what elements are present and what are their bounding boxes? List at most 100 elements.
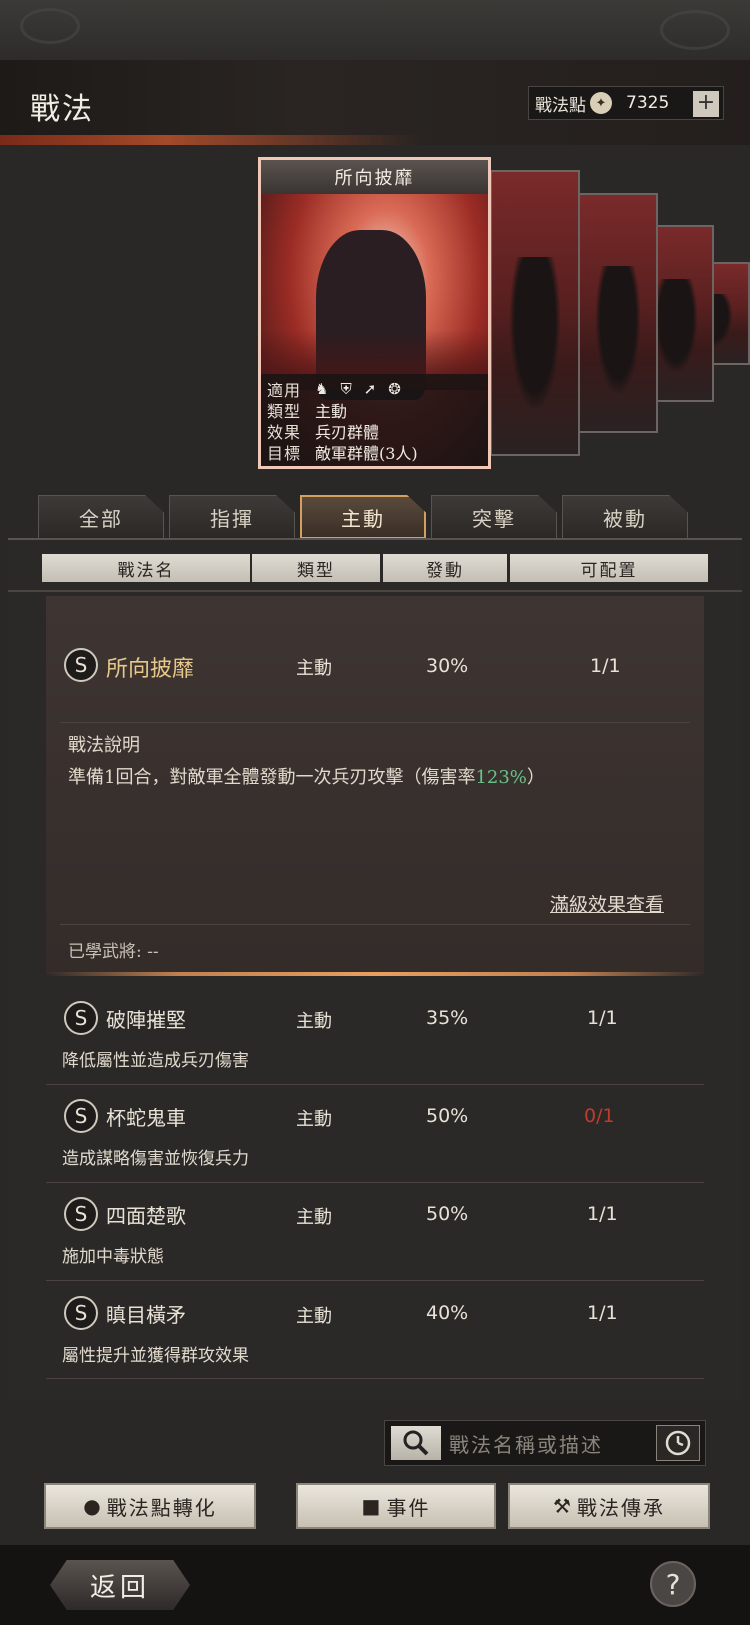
tab-all[interactable]: 全部 bbox=[38, 495, 164, 539]
tactic-points-label: 戰法點 bbox=[535, 95, 586, 116]
search-icon bbox=[403, 1430, 429, 1456]
flame-icon: ● bbox=[83, 1494, 103, 1518]
history-button[interactable] bbox=[656, 1425, 700, 1461]
grade-badge: S bbox=[64, 1099, 98, 1133]
max-level-effect-link[interactable]: 滿級效果查看 bbox=[550, 890, 664, 917]
tactic-rate: 30% bbox=[426, 655, 469, 677]
top-decor-band bbox=[0, 0, 750, 60]
hammer-icon: ⚒ bbox=[553, 1494, 573, 1518]
tactic-points-box: 戰法點 ✦ 7325 + bbox=[528, 86, 724, 120]
add-points-button[interactable]: + bbox=[693, 91, 719, 117]
tab-active[interactable]: 主動 bbox=[300, 495, 426, 539]
tactic-slots: 1/1 bbox=[587, 1203, 618, 1225]
card-info-row: 目標 敵軍群體(3人) bbox=[267, 441, 482, 463]
learned-generals: 已學武將: -- bbox=[68, 937, 159, 962]
tactic-rate: 50% bbox=[426, 1105, 469, 1127]
help-button[interactable]: ? bbox=[650, 1561, 696, 1607]
events-button[interactable]: ■ 事件 bbox=[296, 1483, 496, 1529]
inherit-tactic-button[interactable]: ⚒ 戰法傳承 bbox=[508, 1483, 710, 1529]
search-button[interactable] bbox=[391, 1426, 441, 1460]
header-separator bbox=[8, 590, 742, 592]
convert-points-label: 戰法點轉化 bbox=[106, 1495, 217, 1520]
row-divider bbox=[46, 1084, 704, 1085]
column-header-slots[interactable]: 可配置 bbox=[510, 554, 708, 582]
row-divider bbox=[60, 924, 690, 925]
shield-icon: ⛨ bbox=[340, 379, 352, 398]
tab-assault[interactable]: 突擊 bbox=[431, 495, 557, 539]
archer-icon: ➚ bbox=[363, 379, 377, 398]
tactic-slots: 1/1 bbox=[590, 655, 621, 677]
row-divider bbox=[60, 722, 690, 723]
card-info-row: 類型 主動 bbox=[267, 399, 482, 421]
column-header-type[interactable]: 類型 bbox=[252, 554, 380, 582]
card-name: 所向披靡 bbox=[261, 160, 488, 194]
cloud-ornament bbox=[660, 10, 730, 50]
page-title: 戰法 bbox=[30, 92, 94, 127]
learned-generals-value: -- bbox=[147, 942, 159, 962]
description-title: 戰法說明 bbox=[68, 735, 140, 756]
tactic-type: 主動 bbox=[296, 1207, 332, 1228]
info-key: 目標 bbox=[267, 443, 302, 463]
tactic-type: 主動 bbox=[296, 658, 332, 679]
info-value: 敵軍群體(3人) bbox=[315, 443, 418, 463]
tactic-type: 主動 bbox=[296, 1109, 332, 1130]
column-header-name[interactable]: 戰法名 bbox=[42, 554, 250, 582]
damage-rate-value: 123% bbox=[475, 767, 527, 788]
grade-badge: S bbox=[64, 1001, 98, 1035]
tactic-point-coin-icon: ✦ bbox=[590, 92, 612, 114]
events-label: 事件 bbox=[386, 1495, 431, 1520]
expanded-glow-bottom bbox=[46, 972, 704, 976]
tactic-rate: 40% bbox=[426, 1302, 469, 1324]
card-art bbox=[595, 265, 641, 396]
row-divider bbox=[46, 1182, 704, 1183]
tactic-summary: 屬性提升並獲得群攻效果 bbox=[62, 1346, 249, 1366]
tactic-name[interactable]: 杯蛇鬼車 bbox=[106, 1102, 186, 1131]
tab-passive[interactable]: 被動 bbox=[562, 495, 688, 539]
tactic-card-thumbnail[interactable] bbox=[490, 170, 580, 456]
search-box[interactable]: 戰法名稱或描述 bbox=[384, 1420, 706, 1466]
inherit-tactic-label: 戰法傳承 bbox=[576, 1495, 665, 1520]
row-divider bbox=[46, 1378, 704, 1379]
tactic-name[interactable]: 破陣摧堅 bbox=[106, 1004, 186, 1033]
description-prefix: 準備1回合，對敵軍全體發動一次兵刃攻擊（傷害率 bbox=[68, 767, 476, 788]
clock-icon bbox=[665, 1430, 691, 1456]
tactic-type: 主動 bbox=[296, 1306, 332, 1327]
tab-underline bbox=[8, 538, 742, 540]
tactic-slots: 1/1 bbox=[587, 1302, 618, 1324]
wheel-icon: ❂ bbox=[388, 379, 401, 398]
tactic-name: 所向披靡 bbox=[106, 657, 195, 682]
row-divider bbox=[46, 1280, 704, 1281]
tab-command[interactable]: 指揮 bbox=[169, 495, 295, 539]
convert-points-button[interactable]: ● 戰法點轉化 bbox=[44, 1483, 256, 1529]
card-art bbox=[509, 256, 561, 412]
cavalry-icon: ♞ bbox=[315, 379, 329, 398]
tactic-points-value: 7325 bbox=[626, 93, 670, 113]
tactic-rate: 35% bbox=[426, 1007, 469, 1029]
applicable-troop-icons: ♞ ⛨ ➚ ❂ bbox=[315, 380, 401, 398]
grade-badge: S bbox=[64, 648, 98, 682]
tactic-slots: 1/1 bbox=[587, 1007, 618, 1029]
grade-badge: S bbox=[64, 1296, 98, 1330]
card-art bbox=[654, 278, 698, 375]
tactic-rate: 50% bbox=[426, 1203, 469, 1225]
tactic-slots: 0/1 bbox=[584, 1105, 615, 1127]
learned-generals-label: 已學武將: bbox=[68, 942, 142, 962]
tactic-name[interactable]: 四面楚歌 bbox=[106, 1200, 186, 1229]
card-info-row: 效果 兵刃群體 bbox=[267, 420, 482, 442]
tactic-card-thumbnail[interactable] bbox=[578, 193, 658, 433]
featured-tactic-card[interactable]: 所向披靡 適用 ♞ ⛨ ➚ ❂ 類型 主動 效果 兵刃群體 目標 敵軍群體(3人… bbox=[258, 157, 491, 469]
tactic-summary: 施加中毒狀態 bbox=[62, 1247, 164, 1267]
alert-book-icon: ■ bbox=[361, 1494, 383, 1518]
tactic-summary: 造成謀略傷害並恢復兵力 bbox=[62, 1149, 249, 1169]
tactic-summary: 降低屬性並造成兵刃傷害 bbox=[62, 1051, 249, 1071]
search-input[interactable]: 戰法名稱或描述 bbox=[449, 1429, 603, 1458]
tactic-type: 主動 bbox=[296, 1011, 332, 1032]
back-button[interactable]: 返回 bbox=[50, 1560, 190, 1610]
header-glow bbox=[0, 135, 420, 145]
tactic-name[interactable]: 瞋目橫矛 bbox=[106, 1299, 186, 1328]
description-text: 準備1回合，對敵軍全體發動一次兵刃攻擊（傷害率123%） bbox=[68, 763, 545, 789]
column-header-rate[interactable]: 發動 bbox=[383, 554, 507, 582]
card-info-panel: 適用 ♞ ⛨ ➚ ❂ 類型 主動 效果 兵刃群體 目標 敵軍群體(3人) bbox=[261, 374, 488, 466]
card-info-row: 適用 ♞ ⛨ ➚ ❂ bbox=[267, 378, 482, 400]
description-suffix: ） bbox=[526, 767, 545, 788]
